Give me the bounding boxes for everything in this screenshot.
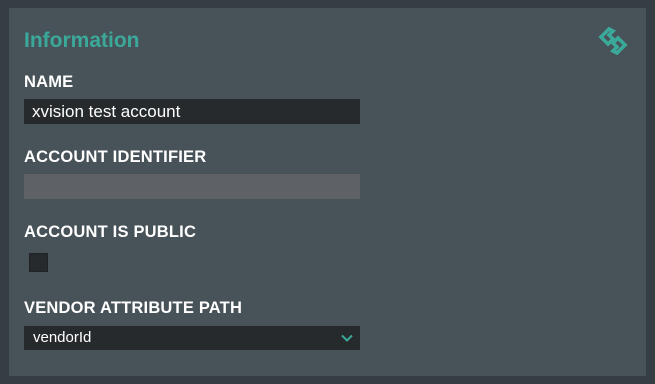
panel-title: Information [24, 29, 140, 52]
information-panel: Information NAME ACCOUNT IDENTIFIER ACCO… [9, 8, 646, 376]
account-identifier-label: ACCOUNT IDENTIFIER [24, 148, 207, 166]
vendor-attribute-path-label: VENDOR ATTRIBUTE PATH [24, 299, 243, 317]
chevron-down-icon [341, 334, 353, 342]
account-is-public-checkbox[interactable] [29, 253, 48, 272]
teal-logo-icon [598, 26, 628, 56]
vendor-attribute-path-select[interactable]: vendorId [24, 326, 360, 350]
account-is-public-label: ACCOUNT IS PUBLIC [24, 223, 197, 241]
name-label: NAME [24, 73, 74, 91]
name-input[interactable] [24, 99, 360, 124]
account-identifier-input[interactable] [24, 174, 360, 199]
vendor-attribute-path-value: vendorId [33, 329, 92, 346]
